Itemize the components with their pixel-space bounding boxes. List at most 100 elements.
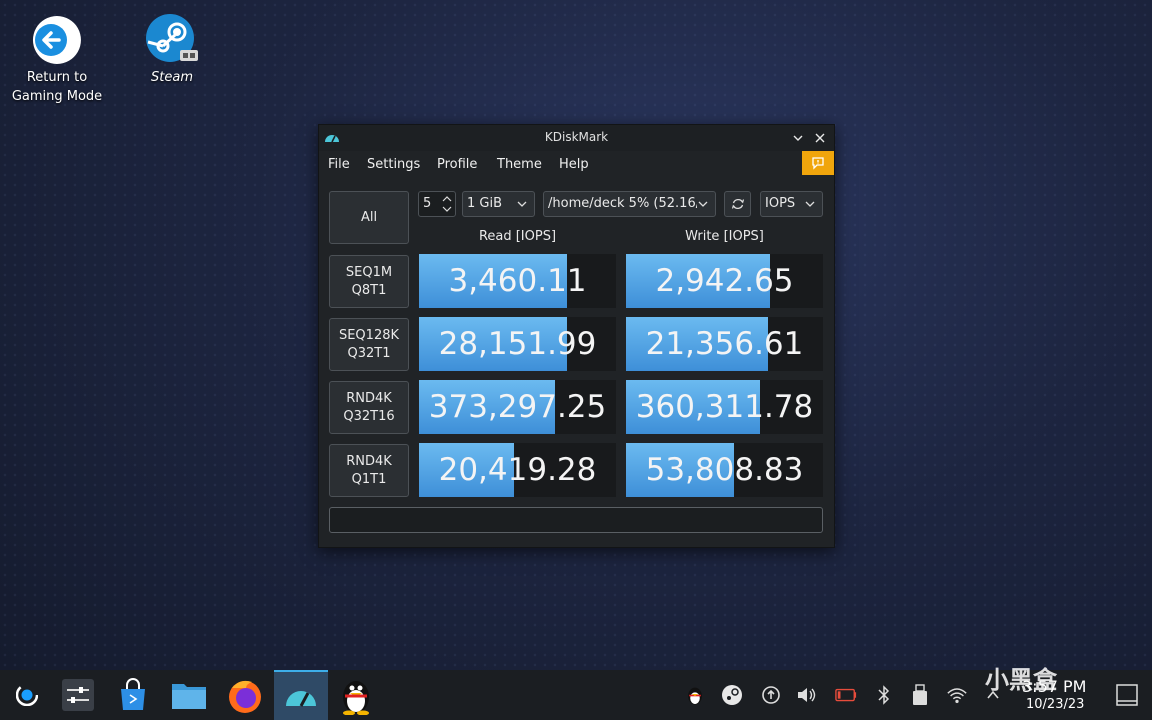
test-button-rnd4k-q32t16[interactable]: RND4K Q32T16 bbox=[329, 381, 409, 434]
folder-icon bbox=[172, 684, 206, 709]
refresh-button[interactable] bbox=[724, 191, 751, 217]
desktop-icon-label: Return to bbox=[26, 70, 88, 85]
write-result-cell: 2,942.65 bbox=[626, 254, 823, 308]
read-column-header: Read [IOPS] bbox=[478, 229, 557, 244]
update-icon bbox=[762, 686, 780, 704]
steam-icon bbox=[146, 14, 198, 62]
write-result-cell: 360,311.78 bbox=[626, 380, 823, 434]
task-system-settings[interactable] bbox=[53, 670, 103, 720]
write-result-value: 53,808.83 bbox=[645, 452, 804, 488]
read-result-cell: 373,297.25 bbox=[419, 380, 616, 434]
read-result-value: 3,460.11 bbox=[448, 263, 587, 299]
unit-select[interactable]: IOPS bbox=[760, 191, 823, 217]
wifi-icon bbox=[947, 688, 967, 704]
tray-volume-icon[interactable] bbox=[796, 684, 818, 706]
write-result-cell: 21,356.61 bbox=[626, 317, 823, 371]
write-column-header: Write [IOPS] bbox=[685, 229, 764, 244]
clock-date[interactable]: 10/23/23 bbox=[1026, 697, 1084, 712]
return-arrow-icon bbox=[32, 16, 81, 64]
close-icon bbox=[815, 133, 825, 143]
refresh-icon bbox=[731, 198, 744, 210]
run-all-label: All bbox=[360, 209, 378, 225]
qq-penguin-icon bbox=[688, 687, 702, 705]
message-icon bbox=[812, 157, 824, 170]
read-result-cell: 28,151.99 bbox=[419, 317, 616, 371]
test-label-line1: SEQ128K bbox=[338, 327, 400, 343]
steamdeck-logo-icon bbox=[16, 684, 38, 706]
desktop-icon-steam[interactable]: Steam bbox=[122, 12, 222, 88]
close-button[interactable] bbox=[810, 128, 830, 148]
notification-button[interactable] bbox=[802, 151, 834, 175]
desktop-icon-label: Steam bbox=[151, 70, 193, 85]
test-button-seq128k-q32t1[interactable]: SEQ128K Q32T1 bbox=[329, 318, 409, 371]
clock-time[interactable]: 3:57 PM bbox=[1022, 677, 1086, 696]
test-label-line1: RND4K bbox=[346, 453, 392, 469]
menu-settings[interactable]: Settings bbox=[367, 157, 420, 172]
menu-help[interactable]: Help bbox=[559, 157, 589, 172]
target-path-value: /home/deck 5% (52.16/9 bbox=[548, 196, 709, 211]
chevron-down-icon bbox=[805, 201, 815, 207]
test-label-line2: Q32T16 bbox=[343, 408, 395, 424]
test-size-select[interactable]: 1 GiB bbox=[462, 191, 535, 217]
read-result-cell: 3,460.11 bbox=[419, 254, 616, 308]
tray-removable-devices-icon[interactable] bbox=[909, 684, 931, 706]
chevron-down-icon bbox=[793, 135, 803, 141]
unit-value: IOPS bbox=[765, 196, 796, 211]
task-discover[interactable] bbox=[108, 670, 158, 720]
read-result-value: 373,297.25 bbox=[428, 389, 607, 425]
application-launcher[interactable] bbox=[2, 670, 52, 720]
tray-updates-icon[interactable] bbox=[760, 684, 782, 706]
write-result-value: 21,356.61 bbox=[645, 326, 804, 362]
steam-icon bbox=[722, 685, 742, 705]
task-qq[interactable] bbox=[331, 670, 381, 720]
window-title: KDiskMark bbox=[544, 130, 609, 144]
write-result-cell: 53,808.83 bbox=[626, 443, 823, 497]
titlebar[interactable]: KDiskMark bbox=[319, 125, 834, 151]
taskbar bbox=[0, 670, 1152, 720]
menu-profile[interactable]: Profile bbox=[437, 157, 477, 172]
firefox-icon bbox=[229, 680, 261, 713]
read-result-value: 28,151.99 bbox=[438, 326, 597, 362]
task-firefox[interactable] bbox=[220, 670, 270, 720]
task-dolphin[interactable] bbox=[164, 670, 214, 720]
tray-bluetooth-icon[interactable] bbox=[873, 684, 895, 706]
store-bag-icon bbox=[121, 678, 145, 710]
sliders-icon bbox=[62, 679, 94, 711]
run-all-button[interactable]: All bbox=[329, 191, 409, 244]
write-result-value: 360,311.78 bbox=[635, 389, 814, 425]
write-result-value: 2,942.65 bbox=[655, 263, 794, 299]
target-path-select[interactable]: /home/deck 5% (52.16/9 bbox=[543, 191, 716, 217]
usb-drive-icon bbox=[913, 684, 927, 705]
test-size-value: 1 GiB bbox=[467, 196, 503, 211]
chevron-down-icon bbox=[697, 192, 709, 216]
tray-battery-icon[interactable] bbox=[835, 684, 857, 706]
desktop-icon-return-to-gaming-mode[interactable]: Return to Gaming Mode bbox=[7, 12, 107, 107]
chevron-down-icon bbox=[517, 201, 527, 207]
menu-theme[interactable]: Theme bbox=[497, 157, 542, 172]
show-desktop-button[interactable] bbox=[1115, 683, 1139, 707]
task-kdiskmark[interactable] bbox=[274, 670, 328, 720]
qq-penguin-icon bbox=[343, 681, 369, 715]
test-label-line2: Q32T1 bbox=[347, 345, 391, 361]
tray-qq-icon[interactable] bbox=[684, 684, 706, 706]
speaker-icon bbox=[798, 688, 816, 702]
battery-low-icon bbox=[835, 688, 857, 702]
test-label-line2: Q8T1 bbox=[351, 282, 387, 298]
show-desktop-icon bbox=[1116, 684, 1138, 706]
minimize-button[interactable] bbox=[788, 128, 808, 148]
menubar: File Settings Profile Theme Help bbox=[319, 151, 834, 181]
menu-file[interactable]: File bbox=[328, 157, 350, 172]
progress-bar bbox=[329, 507, 823, 533]
desktop-icon-label: Gaming Mode bbox=[11, 89, 103, 104]
test-label-line1: RND4K bbox=[346, 390, 392, 406]
test-button-seq1m-q8t1[interactable]: SEQ1M Q8T1 bbox=[329, 255, 409, 308]
runs-value: 5 bbox=[423, 196, 432, 211]
runs-spinbox[interactable]: 5 bbox=[418, 191, 456, 217]
kdiskmark-gauge-icon bbox=[286, 691, 316, 707]
test-label-line2: Q1T1 bbox=[351, 471, 387, 487]
test-button-rnd4k-q1t1[interactable]: RND4K Q1T1 bbox=[329, 444, 409, 497]
tray-network-icon[interactable] bbox=[946, 684, 968, 706]
kdiskmark-window: KDiskMark File Settings Profile Theme He… bbox=[318, 124, 835, 548]
tray-steam-icon[interactable] bbox=[721, 684, 743, 706]
read-result-cell: 20,419.28 bbox=[419, 443, 616, 497]
